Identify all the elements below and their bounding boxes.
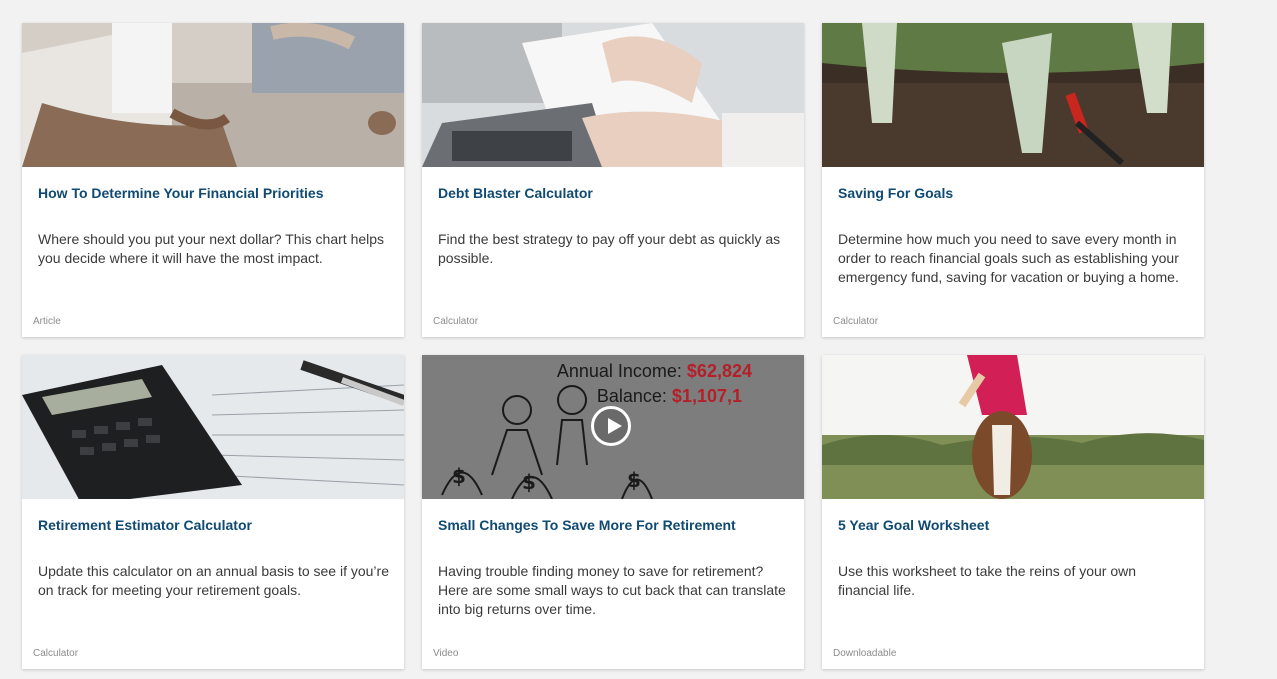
annual-income-value: $62,824 (686, 361, 752, 381)
resource-card-grid: How To Determine Your Financial Prioriti… (0, 0, 1277, 679)
card-type-label: Calculator (33, 648, 79, 659)
calculator-hands-photo (422, 23, 804, 167)
balance-label: Balance: (596, 386, 667, 406)
balance-line: Balance: $1,107,1 (597, 386, 742, 407)
meditation-photo (22, 23, 404, 167)
svg-text:$: $ (522, 470, 536, 494)
resource-card[interactable]: Retirement Estimator Calculator Update t… (22, 355, 404, 669)
card-type-label: Calculator (433, 316, 479, 327)
card-title[interactable]: Retirement Estimator Calculator (38, 517, 388, 533)
card-description: Use this worksheet to take the reins of … (838, 563, 1137, 598)
card-description: Find the best strategy to pay off your d… (438, 231, 781, 266)
card-type-label: Article (33, 316, 61, 327)
annual-income-line: Annual Income: $62,824 (557, 361, 752, 382)
card-type-label: Calculator (833, 316, 879, 327)
money-plants-photo (822, 23, 1204, 167)
card-title[interactable]: Saving For Goals (838, 185, 1188, 201)
card-type-label: Downloadable (833, 648, 897, 659)
card-description: Determine how much you need to save ever… (838, 231, 1179, 285)
balance-value: $1,107,1 (671, 386, 742, 406)
resource-card[interactable]: Saving For Goals Determine how much you … (822, 23, 1204, 337)
play-icon[interactable] (591, 406, 631, 446)
card-title[interactable]: 5 Year Goal Worksheet (838, 517, 1188, 533)
card-title[interactable]: Debt Blaster Calculator (438, 185, 788, 201)
calculator-paper-photo (22, 355, 404, 499)
card-title[interactable]: How To Determine Your Financial Prioriti… (38, 185, 388, 201)
card-description: Where should you put your next dollar? T… (38, 231, 385, 266)
card-type-label: Video (433, 648, 459, 659)
annual-income-label: Annual Income: (556, 361, 682, 381)
resource-card[interactable]: $ $ $ Annual Income: $62,824 Balance: $1,1… (422, 355, 804, 669)
resource-card[interactable]: Debt Blaster Calculator Find the best st… (422, 23, 804, 337)
card-description: Update this calculator on an annual basi… (38, 563, 389, 598)
video-thumbnail[interactable]: $ $ $ Annual Income: $62,824 Balance: $1,1… (422, 355, 804, 499)
resource-card[interactable]: How To Determine Your Financial Prioriti… (22, 23, 404, 337)
card-title[interactable]: Small Changes To Save More For Retiremen… (438, 517, 788, 533)
horse-rider-photo (822, 355, 1204, 499)
svg-text:$: $ (627, 468, 641, 492)
card-description: Having trouble finding money to save for… (438, 563, 786, 617)
resource-card[interactable]: 5 Year Goal Worksheet Use this worksheet… (822, 355, 1204, 669)
svg-text:$: $ (452, 464, 466, 488)
